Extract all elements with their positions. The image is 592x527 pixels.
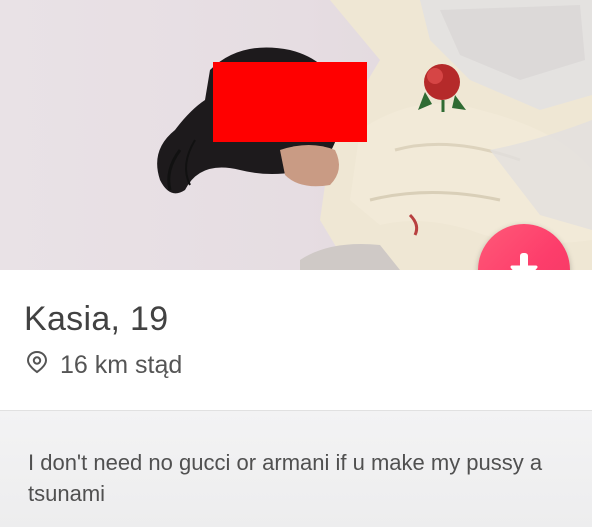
profile-bio: I don't need no gucci or armani if u mak…	[28, 450, 543, 506]
profile-distance: 16 km stąd	[26, 350, 182, 381]
profile-name-age: Kasia, 19	[24, 300, 169, 338]
redaction-box	[213, 62, 367, 142]
profile-info: Kasia, 19 16 km stąd	[0, 270, 592, 410]
location-pin-icon	[26, 350, 48, 381]
distance-label: 16 km stąd	[60, 351, 183, 379]
profile-bio-section: I don't need no gucci or armani if u mak…	[0, 410, 592, 527]
